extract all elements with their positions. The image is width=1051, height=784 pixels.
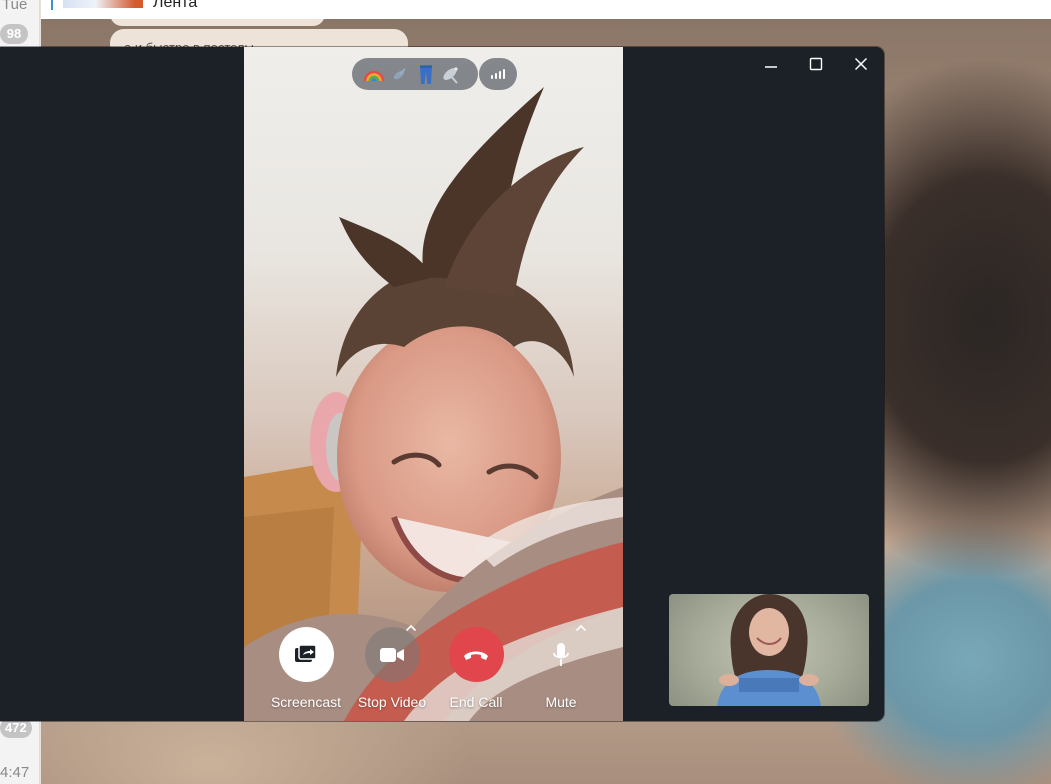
chat-header: Лента xyxy=(41,0,1051,19)
screencast-label: Screencast xyxy=(270,694,342,710)
screencast-icon xyxy=(295,643,317,662)
satellite-antenna-icon xyxy=(440,63,463,86)
maximize-button[interactable] xyxy=(799,51,833,77)
mute-control[interactable]: Mute xyxy=(516,627,606,710)
mute-label: Mute xyxy=(545,694,577,710)
satellite-dish-small-icon xyxy=(388,63,411,86)
microphone-icon xyxy=(553,642,569,666)
remote-video xyxy=(244,47,623,721)
stop-video-label: Stop Video xyxy=(357,694,427,710)
jeans-icon xyxy=(414,63,437,86)
minimize-button[interactable] xyxy=(754,51,788,77)
minimize-icon xyxy=(765,66,777,68)
screencast-control[interactable]: Screencast xyxy=(261,627,351,710)
video-camera-icon xyxy=(380,647,404,662)
stop-video-button[interactable] xyxy=(364,627,420,682)
signal-strength-indicator[interactable] xyxy=(479,58,517,90)
chevron-up-icon xyxy=(405,624,417,632)
audio-options-caret[interactable] xyxy=(573,622,589,634)
stop-video-control[interactable]: Stop Video xyxy=(347,627,437,710)
encryption-emoji-pill[interactable] xyxy=(352,58,478,90)
unread-badge: 472 xyxy=(0,718,32,738)
end-call-button[interactable] xyxy=(448,627,504,682)
maximize-icon xyxy=(809,57,823,71)
chat-thumbnail xyxy=(63,0,143,8)
rainbow-icon xyxy=(362,63,385,86)
chat-time: 4:47 xyxy=(0,764,30,781)
end-call-control[interactable]: End Call xyxy=(431,627,521,710)
self-video-frame xyxy=(717,594,821,706)
mute-button[interactable] xyxy=(534,627,589,682)
close-icon xyxy=(854,57,868,71)
screencast-button[interactable] xyxy=(278,627,334,682)
chat-title: Лента xyxy=(153,0,198,11)
hang-up-phone-icon xyxy=(464,651,488,660)
close-button[interactable] xyxy=(844,51,878,77)
video-options-caret[interactable] xyxy=(403,622,419,634)
end-call-label: End Call xyxy=(449,694,503,710)
chat-time: Tue xyxy=(2,0,28,13)
pin-bar xyxy=(51,0,53,10)
call-window[interactable]: Screencast Stop Video End Call Mute xyxy=(0,47,884,721)
remote-video-frame xyxy=(244,87,623,721)
chevron-up-icon xyxy=(575,624,587,632)
unread-badge: 98 xyxy=(0,24,28,44)
self-video-preview[interactable] xyxy=(669,594,869,706)
